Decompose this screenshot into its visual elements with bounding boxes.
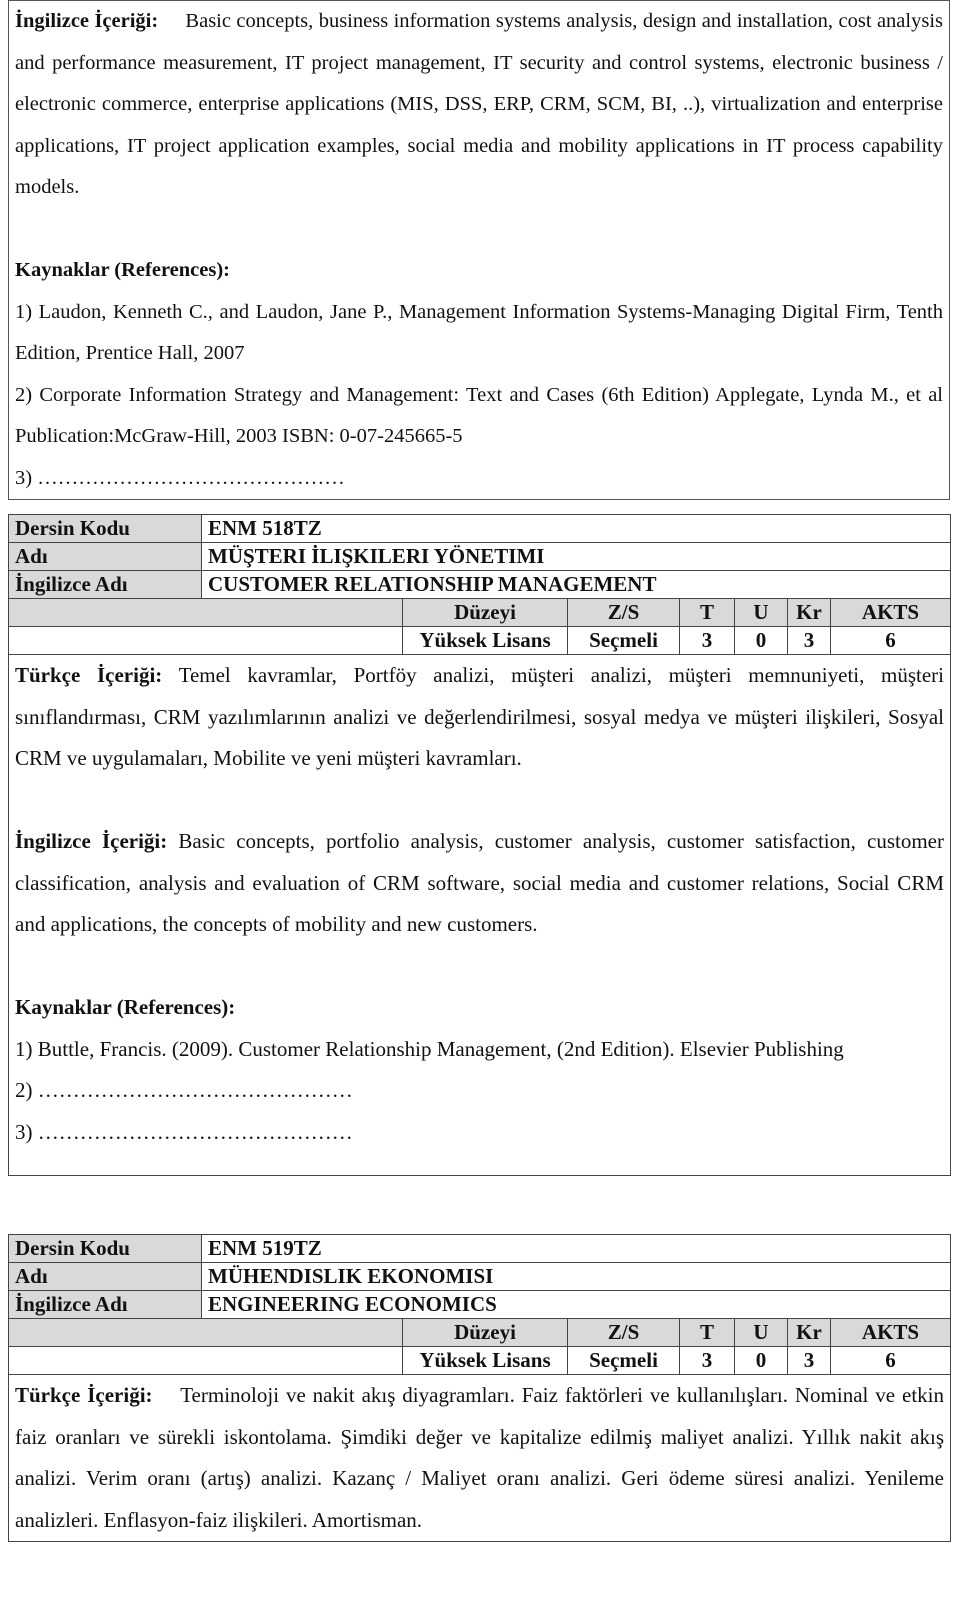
theory-header: T [679, 598, 735, 627]
course-english-name-label: İngilizce Adı [8, 1290, 202, 1319]
type-header: Z/S [567, 1318, 680, 1347]
course-code-label: Dersin Kodu [8, 514, 202, 543]
values-blank-cell [8, 1346, 403, 1375]
reference-item: 1) Laudon, Kenneth C., and Laudon, Jane … [15, 300, 943, 365]
english-content-label: İngilizce İçeriği: [15, 10, 159, 32]
theory-header: T [679, 1318, 735, 1347]
course-english-name-label: İngilizce Adı [8, 570, 202, 599]
reference-item: 2) ……………………………………… [15, 1078, 353, 1102]
english-content-text: Basic concepts, business information sys… [15, 10, 944, 198]
credit-value: 3 [787, 626, 831, 655]
level-value: Yüksek Lisans [402, 1346, 568, 1375]
turkish-content-paragraph: Türkçe İçeriği: Terminoloji ve nakit akı… [15, 1375, 944, 1541]
course-code-row: Dersin Kodu ENM 519TZ [8, 1234, 951, 1263]
practice-value: 0 [734, 626, 788, 655]
header-blank-cell [8, 1318, 403, 1347]
course-attributes-header-row: Düzeyi Z/S T U Kr AKTS [8, 598, 951, 627]
course-english-name-value: ENGINEERING ECONOMICS [201, 1290, 951, 1319]
ects-value: 6 [830, 1346, 951, 1375]
course-content-row: Türkçe İçeriği: Temel kavramlar, Portföy… [8, 654, 951, 1176]
english-content-label: İngilizce İçeriği: [15, 829, 168, 853]
values-blank-cell [8, 626, 403, 655]
previous-course-content-box: İngilizce İçeriği: Basic concepts, busin… [8, 0, 950, 500]
course-code-row: Dersin Kodu ENM 518TZ [8, 514, 951, 543]
turkish-content-label: Türkçe İçeriği: [15, 663, 163, 687]
english-content-paragraph: İngilizce İçeriği: Basic concepts, busin… [9, 1, 949, 209]
course-attributes-values-row: Yüksek Lisans Seçmeli 3 0 3 6 [8, 1346, 951, 1375]
reference-item: 3) ……………………………………… [15, 466, 345, 489]
course-attributes-header-row: Düzeyi Z/S T U Kr AKTS [8, 1318, 951, 1347]
course-english-name-row: İngilizce Adı ENGINEERING ECONOMICS [8, 1290, 951, 1319]
reference-item: 2) Corporate Information Strategy and Ma… [15, 383, 943, 448]
practice-header: U [734, 1318, 788, 1347]
course-code-value: ENM 519TZ [201, 1234, 951, 1263]
course-name-row: Adı MÜŞTERI İLIŞKILERI YÖNETIMI [8, 542, 951, 571]
level-header: Düzeyi [402, 1318, 568, 1347]
references-title: Kaynaklar (References): [15, 259, 231, 281]
course-english-name-value: CUSTOMER RELATIONSHIP MANAGEMENT [201, 570, 951, 599]
course-content-cell: Türkçe İçeriği: Temel kavramlar, Portföy… [8, 654, 951, 1176]
course-name-label: Adı [8, 542, 202, 571]
ects-value: 6 [830, 626, 951, 655]
theory-value: 3 [679, 1346, 735, 1375]
turkish-content-paragraph: Türkçe İçeriği: Temel kavramlar, Portföy… [15, 655, 944, 780]
type-header: Z/S [567, 598, 680, 627]
practice-value: 0 [734, 1346, 788, 1375]
credit-header: Kr [787, 598, 831, 627]
turkish-content-text: Terminoloji ve nakit akış diyagramları. … [15, 1383, 945, 1532]
credit-header: Kr [787, 1318, 831, 1347]
level-value: Yüksek Lisans [402, 626, 568, 655]
course-attributes-values-row: Yüksek Lisans Seçmeli 3 0 3 6 [8, 626, 951, 655]
ects-header: AKTS [830, 598, 951, 627]
type-value: Seçmeli [567, 1346, 680, 1375]
course-content-row: Türkçe İçeriği: Terminoloji ve nakit akı… [8, 1374, 951, 1542]
reference-item: 3) ……………………………………… [15, 1119, 353, 1144]
course-table-enm519tz: Dersin Kodu ENM 519TZ Adı MÜHENDISLIK EK… [8, 1234, 951, 1542]
course-name-row: Adı MÜHENDISLIK EKONOMISI [8, 1262, 951, 1291]
course-content-cell: Türkçe İçeriği: Terminoloji ve nakit akı… [8, 1374, 951, 1542]
turkish-content-label: Türkçe İçeriği: [15, 1383, 153, 1407]
course-name-value: MÜHENDISLIK EKONOMISI [201, 1262, 951, 1291]
credit-value: 3 [787, 1346, 831, 1375]
course-name-label: Adı [8, 1262, 202, 1291]
ects-header: AKTS [830, 1318, 951, 1347]
level-header: Düzeyi [402, 598, 568, 627]
practice-header: U [734, 598, 788, 627]
english-content-paragraph: İngilizce İçeriği: Basic concepts, portf… [15, 821, 944, 946]
header-blank-cell [8, 598, 403, 627]
course-code-label: Dersin Kodu [8, 1234, 202, 1263]
references-title: Kaynaklar (References): [15, 995, 236, 1019]
course-code-value: ENM 518TZ [201, 514, 951, 543]
course-name-value: MÜŞTERI İLIŞKILERI YÖNETIMI [201, 542, 951, 571]
course-table-enm518tz: Dersin Kodu ENM 518TZ Adı MÜŞTERI İLIŞKI… [8, 514, 951, 1176]
course-english-name-row: İngilizce Adı CUSTOMER RELATIONSHIP MANA… [8, 570, 951, 599]
type-value: Seçmeli [567, 626, 680, 655]
reference-item: 1) Buttle, Francis. (2009). Customer Rel… [15, 1036, 844, 1061]
theory-value: 3 [679, 626, 735, 655]
